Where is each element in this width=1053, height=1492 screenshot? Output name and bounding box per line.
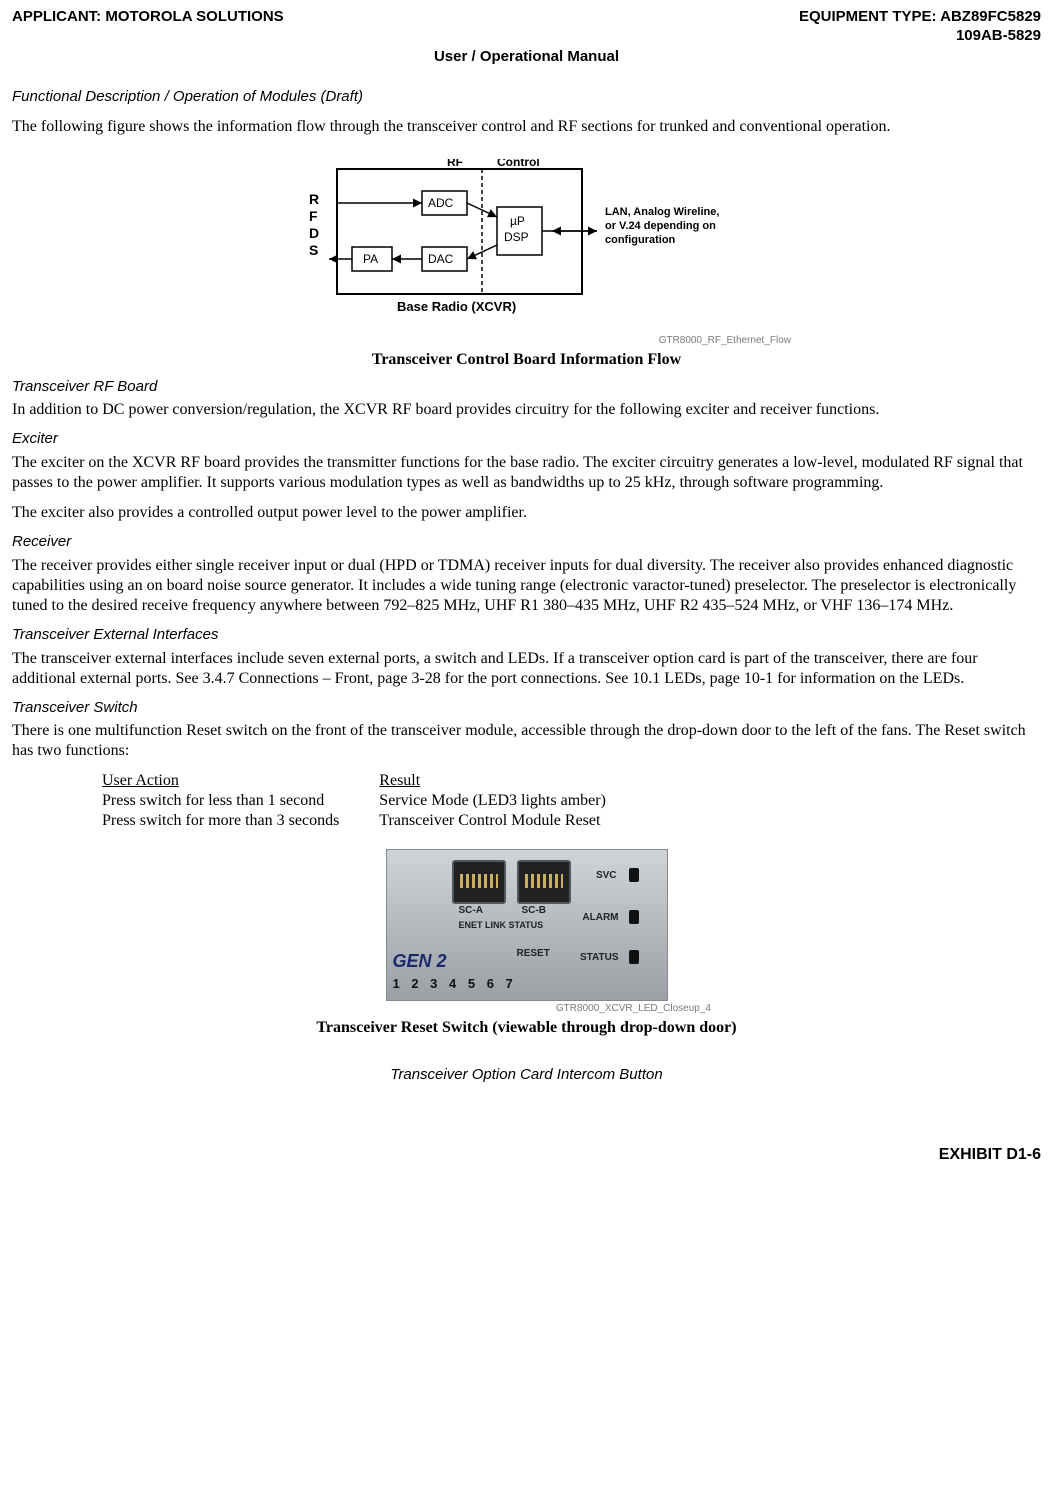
equipment-type-label: EQUIPMENT TYPE: ABZ89FC5829 <box>799 8 1041 27</box>
switch-para: There is one multifunction Reset switch … <box>12 721 1041 761</box>
intro-paragraph: The following figure shows the informati… <box>12 117 1041 137</box>
figure-2-credit: GTR8000_XCVR_LED_Closeup_4 <box>12 1003 711 1016</box>
option-card-title: Transceiver Option Card Intercom Button <box>12 1066 1041 1085</box>
svc-label: SVC <box>596 870 617 883</box>
manual-title: User / Operational Manual <box>12 48 1041 67</box>
pa-label: PA <box>363 252 378 266</box>
switch-table: User Action Result Press switch for less… <box>102 771 646 831</box>
rfboard-title: Transceiver RF Board <box>12 378 1041 397</box>
up-label: µP <box>510 214 525 228</box>
side-text-3: configuration <box>605 234 676 246</box>
switch-title: Transceiver Switch <box>12 699 1041 718</box>
gen2-label: GEN 2 <box>393 950 447 973</box>
svg-text:S: S <box>309 242 318 258</box>
status-label: STATUS <box>580 952 619 965</box>
equipment-type-sub: 109AB-5829 <box>799 27 1041 46</box>
side-text-1: LAN, Analog Wireline, <box>605 206 719 218</box>
table-row: Press switch for more than 3 seconds Tra… <box>102 811 646 831</box>
dac-label: DAC <box>428 252 454 266</box>
exciter-para-1: The exciter on the XCVR RF board provide… <box>12 453 1041 493</box>
exciter-para-2: The exciter also provides a controlled o… <box>12 503 1041 523</box>
table-cell: Transceiver Control Module Reset <box>379 811 646 831</box>
figure-1-caption: Transceiver Control Board Information Fl… <box>12 350 1041 370</box>
receiver-title: Receiver <box>12 533 1041 552</box>
table-header-result: Result <box>379 771 646 791</box>
scb-label: SC-B <box>522 905 546 918</box>
led-numbers: 1 2 3 4 5 6 7 <box>393 976 517 992</box>
side-text-2: or V.24 depending on <box>605 220 716 232</box>
figure-2-caption: Transceiver Reset Switch (viewable throu… <box>12 1018 1041 1038</box>
rfds-label: R <box>309 191 319 207</box>
svg-text:F: F <box>309 208 318 224</box>
figure-2: SC-A SC-B SVC ENET LINK STATUS RESET ALA… <box>12 849 1041 1038</box>
sca-label: SC-A <box>459 905 483 918</box>
dsp-label: DSP <box>504 230 529 244</box>
figure-1: R F D S ADC DAC PA µP DSP RF Control <box>12 159 1041 370</box>
table-cell: Press switch for more than 3 seconds <box>102 811 379 831</box>
svg-text:D: D <box>309 225 319 241</box>
table-header-action: User Action <box>102 771 379 791</box>
rfboard-para: In addition to DC power conversion/regul… <box>12 400 1041 420</box>
info-flow-diagram: R F D S ADC DAC PA µP DSP RF Control <box>297 159 757 329</box>
exhibit-footer: EXHIBIT D1-6 <box>12 1145 1041 1165</box>
exciter-title: Exciter <box>12 430 1041 449</box>
section-title: Functional Description / Operation of Mo… <box>12 88 1041 107</box>
base-radio-label: Base Radio (XCVR) <box>397 299 516 314</box>
table-header-row: User Action Result <box>102 771 646 791</box>
ext-if-title: Transceiver External Interfaces <box>12 626 1041 645</box>
adc-label: ADC <box>428 196 454 210</box>
reset-switch-photo: SC-A SC-B SVC ENET LINK STATUS RESET ALA… <box>386 849 668 1001</box>
applicant-label: APPLICANT: MOTOROLA SOLUTIONS <box>12 8 284 46</box>
figure-1-credit: GTR8000_RF_Ethernet_Flow <box>12 335 791 348</box>
table-cell: Press switch for less than 1 second <box>102 791 379 811</box>
ext-if-para: The transceiver external interfaces incl… <box>12 649 1041 689</box>
rf-label: RF <box>447 159 463 169</box>
table-cell: Service Mode (LED3 lights amber) <box>379 791 646 811</box>
control-label: Control <box>497 159 540 169</box>
table-row: Press switch for less than 1 second Serv… <box>102 791 646 811</box>
enet-label: ENET LINK STATUS <box>459 920 544 931</box>
alarm-label: ALARM <box>582 912 618 925</box>
reset-label: RESET <box>517 948 550 961</box>
receiver-para: The receiver provides either single rece… <box>12 556 1041 616</box>
